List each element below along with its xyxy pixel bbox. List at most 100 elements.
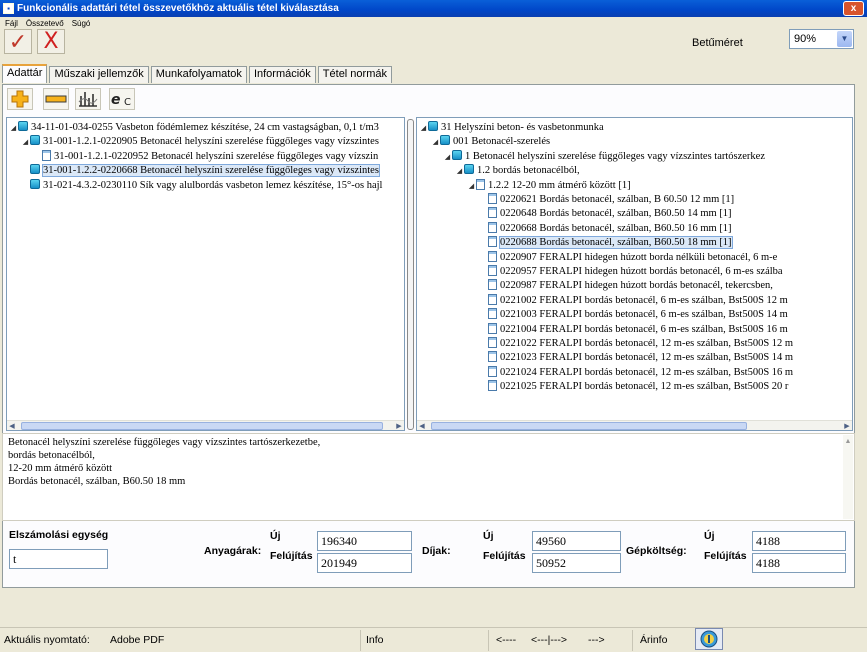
info-icon — [700, 630, 718, 648]
add-icon — [11, 90, 29, 108]
ec-button[interactable]: e C — [109, 88, 135, 110]
tree-node[interactable]: 0221002 FERALPI bordás betonacél, 6 m-es… — [479, 293, 788, 308]
document-icon — [488, 207, 497, 219]
machine-renew-field[interactable]: 4188 — [752, 553, 846, 573]
tree-node[interactable]: 0220907 FERALPI hidegen húzott borda nél… — [479, 250, 777, 265]
folder-icon — [452, 149, 462, 160]
catalog-tree[interactable]: ◢ 31 Helyszíni beton- és vasbetonmunka ◢ 00… — [416, 117, 853, 431]
menu-component[interactable]: Összetevő — [26, 19, 64, 28]
folder-icon — [440, 135, 450, 146]
expand-arrow-icon[interactable]: ◢ — [419, 121, 428, 135]
pane-splitter[interactable] — [407, 119, 414, 430]
tree-node[interactable]: ◢ 34-11-01-034-0255 Vasbeton födémlemez k… — [9, 121, 379, 135]
fee-new-field[interactable]: 49560 — [532, 531, 621, 551]
expand-arrow-icon[interactable]: ◢ — [467, 179, 476, 193]
tab-tetel-normak[interactable]: Tétel normák — [317, 66, 392, 83]
selected-items-tree[interactable]: ◢ 34-11-01-034-0255 Vasbeton födémlemez k… — [6, 117, 405, 431]
tree-node-label: 34-11-01-034-0255 Vasbeton födémlemez ké… — [31, 122, 379, 133]
tree-node[interactable]: 0221025 FERALPI bordás betonacél, 12 m-e… — [479, 380, 788, 394]
nav-prev-button[interactable]: <---- — [496, 634, 516, 646]
scroll-right-icon[interactable]: ▶ — [394, 421, 404, 430]
tree-node[interactable]: ◢ 1 Betonacél helyszíni szerelése függőle… — [443, 149, 765, 164]
fee-label: Díjak: — [422, 545, 451, 557]
left-horizontal-scrollbar[interactable]: ◀ ▶ — [7, 420, 404, 430]
document-icon — [488, 221, 497, 233]
material-renew-field[interactable]: 201949 — [317, 553, 412, 573]
expand-arrow-icon[interactable]: ◢ — [21, 135, 30, 149]
close-button[interactable]: x — [843, 1, 864, 16]
scroll-left-icon[interactable]: ◀ — [417, 421, 427, 430]
arinfo-button[interactable] — [695, 628, 723, 650]
tree-node[interactable]: 0220688 Bordás betonacél, szálban, B60.5… — [479, 236, 733, 250]
ok-button[interactable]: ✓ — [4, 29, 32, 54]
tree-node-label: 001 Betonacél-szerelés — [453, 136, 551, 148]
tree-node-label: 31-001-1.2.2-0220668 Betonacél helyszíni… — [42, 164, 380, 178]
nav-both-button[interactable]: <---|---> — [531, 634, 567, 646]
tree-node[interactable]: 31-001-1.2.1-0220952 Betonacél helyszíni… — [33, 149, 378, 164]
expand-arrow-icon[interactable]: ◢ — [9, 121, 18, 135]
tree-node[interactable]: 31-021-4.3.2-0230110 Sík vagy alulbordás… — [21, 178, 383, 193]
tree-node[interactable]: ◢ 31 Helyszíni beton- és vasbetonmunka — [419, 121, 604, 135]
folder-icon — [464, 164, 474, 175]
add-button[interactable] — [7, 88, 33, 110]
tree-node[interactable]: 0221024 FERALPI bordás betonacél, 12 m-e… — [479, 365, 794, 380]
folder-icon — [428, 121, 438, 131]
scroll-thumb[interactable] — [21, 422, 383, 430]
machine-new-field[interactable]: 4188 — [752, 531, 846, 551]
tree-node-label: 31-021-4.3.2-0230110 Sík vagy alulbordás… — [43, 179, 383, 191]
tree-node-label: 0220957 FERALPI hidegen húzott bordás be… — [500, 266, 783, 277]
menu-file[interactable]: Fájl — [5, 19, 18, 28]
checkmark-icon: ✓ — [8, 28, 28, 54]
right-horizontal-scrollbar[interactable]: ◀ ▶ — [417, 420, 852, 430]
tree-node[interactable]: 0220987 FERALPI hidegen húzott bordás be… — [479, 279, 773, 293]
tab-munkafolyamatok[interactable]: Munkafolyamatok — [150, 66, 247, 83]
description-line: Bordás betonacél, szálban, B60.50 18 mm — [8, 476, 186, 487]
tree-node[interactable]: 0220621 Bordás betonacél, szálban, B 60.… — [479, 193, 734, 207]
tree-node-label: 0221003 FERALPI bordás betonacél, 6 m-es… — [500, 309, 788, 321]
scroll-thumb[interactable] — [431, 422, 747, 430]
material-new-field[interactable]: 196340 — [317, 531, 412, 551]
tree-node[interactable]: 0221022 FERALPI bordás betonacél, 12 m-e… — [479, 337, 793, 351]
cancel-button[interactable]: X — [37, 29, 65, 54]
menu-help[interactable]: Súgó — [72, 19, 91, 28]
chevron-down-icon[interactable]: ▼ — [837, 31, 852, 47]
tree-node-label: 0221024 FERALPI bordás betonacél, 12 m-e… — [500, 366, 794, 378]
remove-button[interactable] — [43, 88, 69, 110]
fee-renew-field[interactable]: 50952 — [532, 553, 621, 573]
font-size-select[interactable]: 90% ▼ — [789, 29, 854, 49]
chart-button[interactable] — [75, 88, 101, 110]
tab-adattar[interactable]: Adattár — [2, 64, 48, 83]
machine-renew-label: Felújítás — [704, 550, 747, 562]
folder-icon — [18, 121, 28, 131]
scroll-left-icon[interactable]: ◀ — [7, 421, 17, 430]
scroll-right-icon[interactable]: ▶ — [842, 421, 852, 430]
tree-node[interactable]: 31-001-1.2.2-0220668 Betonacél helyszíni… — [21, 164, 380, 178]
tree-node[interactable]: 0221023 FERALPI bordás betonacél, 12 m-e… — [479, 351, 793, 365]
tree-node[interactable]: ◢ 31-001-1.2.1-0220905 Betonacél helyszín… — [21, 135, 379, 149]
description-scrollbar[interactable]: ▲ — [843, 435, 853, 519]
tree-node[interactable]: 0221003 FERALPI bordás betonacél, 6 m-es… — [479, 308, 788, 322]
tree-node[interactable]: ◢ 1.2.2 12-20 mm átmérő között [1] — [467, 178, 631, 193]
material-price-label: Anyagárak: — [204, 545, 262, 557]
unit-field[interactable]: t — [9, 549, 108, 569]
tree-node[interactable]: 0220957 FERALPI hidegen húzott bordás be… — [479, 265, 783, 279]
tab-muszaki-jellemzok[interactable]: Műszaki jellemzők — [49, 66, 149, 83]
tab-informaciok[interactable]: Információk — [248, 66, 316, 83]
expand-arrow-icon[interactable]: ◢ — [431, 135, 440, 149]
expand-arrow-icon[interactable]: ◢ — [455, 164, 464, 178]
tree-node[interactable]: ◢ 1.2 bordás betonacélból, — [455, 164, 580, 178]
document-icon — [488, 236, 497, 248]
font-size-value: 90% — [794, 33, 817, 45]
tree-node[interactable]: 0220648 Bordás betonacél, szálban, B60.5… — [479, 207, 732, 221]
tree-node-label: 0221002 FERALPI bordás betonacél, 6 m-es… — [500, 294, 788, 306]
description-line: bordás betonacélból, — [8, 450, 95, 461]
app-icon: ▪ — [3, 3, 14, 14]
window-title: Funkcionális adattári tétel összevetőkhö… — [17, 3, 339, 14]
nav-next-button[interactable]: ---> — [588, 634, 605, 646]
tree-node[interactable]: 0220668 Bordás betonacél, szálban, B60.5… — [479, 221, 732, 236]
document-icon — [488, 337, 497, 348]
tree-node[interactable]: 0221004 FERALPI bordás betonacél, 6 m-es… — [479, 322, 788, 337]
tree-node[interactable]: ◢ 001 Betonacél-szerelés — [431, 135, 550, 149]
expand-arrow-icon[interactable]: ◢ — [443, 150, 452, 164]
document-icon — [488, 279, 497, 291]
